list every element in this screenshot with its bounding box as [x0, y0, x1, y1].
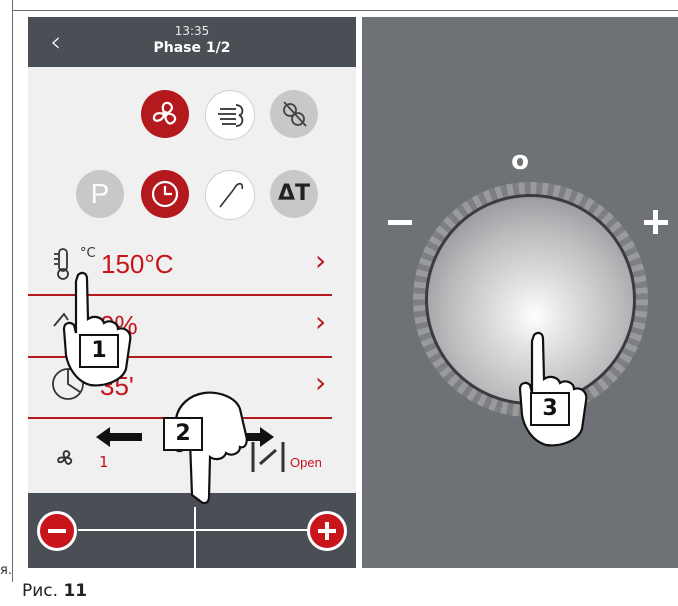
callout-1: 1: [79, 334, 119, 368]
program-icon[interactable]: P: [76, 170, 124, 218]
clock-icon[interactable]: [141, 170, 189, 218]
damper-state[interactable]: Open: [290, 455, 322, 470]
delta-t-icon[interactable]: ΔT: [270, 170, 318, 218]
pointing-hand-icon: [62, 271, 132, 387]
temp-unit: °C: [80, 246, 96, 261]
phase-title: Phase 1/2: [153, 40, 231, 56]
probe-icon[interactable]: [205, 170, 255, 220]
plus-button[interactable]: [307, 511, 347, 551]
cutoff-text: я.: [0, 563, 12, 578]
chevron-right-icon[interactable]: ›: [315, 244, 326, 277]
pointing-hand-icon: [518, 331, 588, 447]
minus-button[interactable]: [37, 511, 77, 551]
slider-marker[interactable]: [194, 507, 196, 568]
knob-zero-label: o: [511, 146, 529, 176]
arrow-left-icon: [96, 427, 142, 451]
knob-plus-vertical: [653, 210, 658, 234]
fan-speed-icon: [50, 443, 80, 477]
knob-minus-label: [388, 220, 412, 225]
no-fan-icon[interactable]: [270, 90, 318, 138]
steam-icon[interactable]: [205, 90, 255, 140]
program-letter: P: [90, 178, 110, 209]
chevron-right-icon[interactable]: ›: [315, 305, 326, 338]
caption-prefix: Рис.: [22, 581, 59, 601]
control-knob-panel: o: [362, 17, 678, 568]
fan-icon[interactable]: [141, 90, 189, 138]
top-bar: ‹ 13:35 Phase 1/2: [28, 17, 356, 67]
damper-icon[interactable]: [250, 440, 286, 478]
callout-2: 2: [163, 417, 203, 451]
oven-touch-panel: ‹ 13:35 Phase 1/2 P ΔT °C 150°C › 0% › 3…: [28, 17, 356, 568]
slider-track[interactable]: [78, 529, 308, 531]
callout-3: 3: [530, 392, 570, 426]
clock-time: 13:35: [174, 24, 210, 38]
fan-speed-value[interactable]: 1: [99, 453, 109, 471]
figure-caption: Рис. 11: [22, 581, 87, 601]
figure-frame-left: [12, 0, 13, 582]
delta-t-label: ΔT: [277, 181, 311, 206]
figure-frame-top: [12, 10, 678, 11]
caption-number: 11: [63, 581, 88, 601]
chevron-right-icon[interactable]: ›: [315, 366, 326, 399]
